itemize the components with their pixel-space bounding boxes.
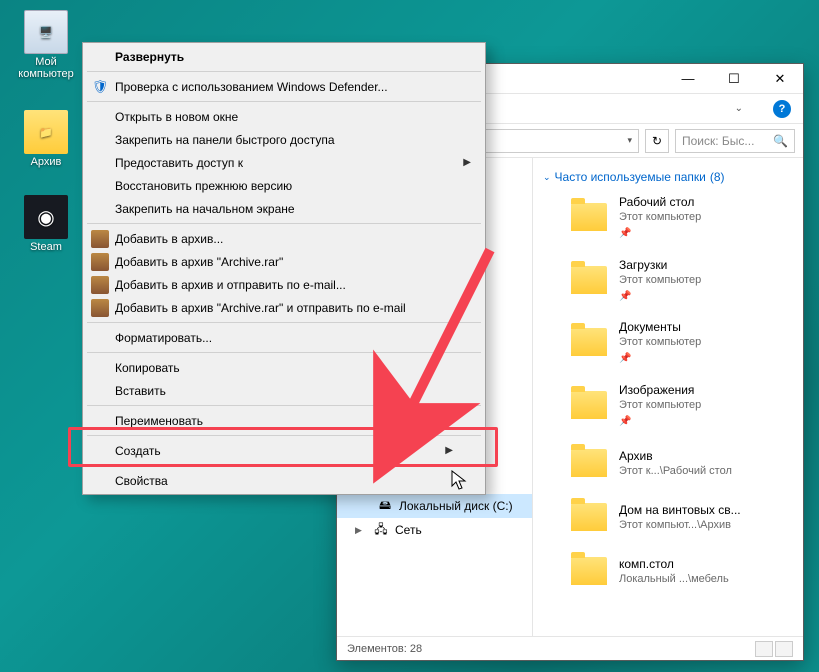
- ctx-format[interactable]: Форматировать...: [85, 326, 483, 349]
- chevron-right-icon: ▶: [463, 157, 471, 168]
- search-icon: 🔍: [773, 134, 788, 148]
- pin-icon: 📌: [619, 227, 701, 241]
- section-title: Часто используемые папки: [555, 170, 706, 184]
- ctx-copy[interactable]: Копировать: [85, 356, 483, 379]
- section-count: (8): [710, 170, 725, 184]
- folder-location: Этот компьютер: [619, 210, 701, 225]
- folder-icon: [569, 261, 609, 299]
- nav-label: Сеть: [395, 523, 422, 537]
- shield-icon: 🛡: [91, 78, 109, 96]
- folder-item[interactable]: АрхивЭтот к...\Рабочий стол: [543, 444, 793, 482]
- folder-item[interactable]: ДокументыЭтот компьютер 📌: [543, 319, 793, 366]
- ribbon-expand-icon[interactable]: ⌄: [735, 103, 743, 114]
- folder-name: Архив: [619, 448, 732, 464]
- folder-name: Загрузки: [619, 257, 701, 273]
- folder-name: Рабочий стол: [619, 194, 701, 210]
- ctx-pin-quick-access[interactable]: Закрепить на панели быстрого доступа: [85, 128, 483, 151]
- folder-item[interactable]: Рабочий столЭтот компьютер 📌: [543, 194, 793, 241]
- folder-item[interactable]: ИзображенияЭтот компьютер 📌: [543, 382, 793, 429]
- winrar-icon: [91, 276, 109, 294]
- desktop-icon-my-computer[interactable]: 🖥️ Мой компьютер: [8, 10, 84, 80]
- folder-icon: 📁: [24, 110, 68, 154]
- desktop-icon-steam[interactable]: ◉ Steam: [8, 195, 84, 253]
- network-icon: 🖧: [373, 522, 389, 538]
- folder-item[interactable]: ЗагрузкиЭтот компьютер 📌: [543, 257, 793, 304]
- refresh-button[interactable]: ↻: [645, 129, 669, 153]
- maximize-button[interactable]: ☐: [711, 64, 757, 94]
- search-input[interactable]: Поиск: Быс... 🔍: [675, 129, 795, 153]
- content-pane: ⌄ Часто используемые папки (8) Рабочий с…: [533, 158, 803, 636]
- folder-name: Изображения: [619, 382, 701, 398]
- status-count: 28: [410, 643, 422, 655]
- ctx-open-new-window[interactable]: Открыть в новом окне: [85, 105, 483, 128]
- ctx-create[interactable]: Создать▶: [85, 439, 483, 462]
- computer-icon: 🖥️: [24, 10, 68, 54]
- folder-location: Этот компьютер: [619, 398, 701, 413]
- ctx-add-archive-rar[interactable]: Добавить в архив "Archive.rar": [85, 250, 483, 273]
- winrar-icon: [91, 299, 109, 317]
- folder-name: Документы: [619, 319, 701, 335]
- section-header-frequent[interactable]: ⌄ Часто используемые папки (8): [543, 170, 793, 184]
- folder-name: Дом на винтовых св...: [619, 502, 741, 518]
- desktop-icon-archive[interactable]: 📁 Архив: [8, 110, 84, 168]
- expand-icon[interactable]: ▶: [355, 525, 367, 536]
- ctx-paste[interactable]: Вставить: [85, 379, 483, 402]
- chevron-down-icon[interactable]: ▾: [627, 135, 632, 146]
- drive-icon: 🖴: [377, 498, 393, 514]
- ctx-defender[interactable]: 🛡 Проверка с использованием Windows Defe…: [85, 75, 483, 98]
- folder-icon: [569, 198, 609, 236]
- folder-location: Локальный ...\мебель: [619, 572, 729, 587]
- folder-icon: [569, 386, 609, 424]
- pin-icon: 📌: [619, 352, 701, 366]
- folder-icon: [569, 552, 609, 590]
- ctx-restore-version[interactable]: Восстановить прежнюю версию: [85, 174, 483, 197]
- winrar-icon: [91, 253, 109, 271]
- nav-item-local-disk-c[interactable]: 🖴 Локальный диск (C:): [337, 494, 532, 518]
- ctx-give-access[interactable]: Предоставить доступ к▶: [85, 151, 483, 174]
- ctx-properties[interactable]: Свойства: [85, 469, 483, 492]
- folder-icon: [569, 323, 609, 361]
- search-placeholder: Поиск: Быс...: [682, 134, 754, 148]
- chevron-right-icon: ▶: [445, 445, 453, 456]
- nav-item-network[interactable]: ▶ 🖧 Сеть: [337, 518, 532, 542]
- view-large-button[interactable]: [775, 641, 793, 657]
- context-menu: Развернуть 🛡 Проверка с использованием W…: [82, 42, 486, 495]
- steam-icon: ◉: [24, 195, 68, 239]
- ctx-pin-start[interactable]: Закрепить на начальном экране: [85, 197, 483, 220]
- folder-icon: [569, 444, 609, 482]
- ctx-add-archive-email[interactable]: Добавить в архив и отправить по e-mail..…: [85, 273, 483, 296]
- status-label: Элементов:: [347, 643, 407, 655]
- desktop-icon-label: Архив: [8, 156, 84, 168]
- minimize-button[interactable]: —: [665, 64, 711, 94]
- ctx-rename[interactable]: Переименовать: [85, 409, 483, 432]
- view-details-button[interactable]: [755, 641, 773, 657]
- desktop-icon-label: Steam: [8, 241, 84, 253]
- nav-label: Локальный диск (C:): [399, 499, 513, 513]
- folder-location: Этот компьютер: [619, 273, 701, 288]
- chevron-down-icon: ⌄: [543, 172, 551, 183]
- pin-icon: 📌: [619, 290, 701, 304]
- close-button[interactable]: ✕: [757, 64, 803, 94]
- help-icon[interactable]: ?: [773, 100, 791, 118]
- winrar-icon: [91, 230, 109, 248]
- ctx-expand[interactable]: Развернуть: [85, 45, 483, 68]
- desktop-icon-label: Мой компьютер: [8, 56, 84, 80]
- ctx-add-archive[interactable]: Добавить в архив...: [85, 227, 483, 250]
- folder-item[interactable]: комп.столЛокальный ...\мебель: [543, 552, 793, 590]
- folder-item[interactable]: Дом на винтовых св...Этот компьют...\Арх…: [543, 498, 793, 536]
- folder-location: Этот к...\Рабочий стол: [619, 464, 732, 479]
- pin-icon: 📌: [619, 415, 701, 429]
- ctx-add-archive-rar-email[interactable]: Добавить в архив "Archive.rar" и отправи…: [85, 296, 483, 319]
- status-bar: Элементов: 28: [337, 636, 803, 660]
- folder-name: комп.стол: [619, 556, 729, 572]
- folder-location: Этот компьютер: [619, 335, 701, 350]
- folder-location: Этот компьют...\Архив: [619, 518, 741, 533]
- folder-icon: [569, 498, 609, 536]
